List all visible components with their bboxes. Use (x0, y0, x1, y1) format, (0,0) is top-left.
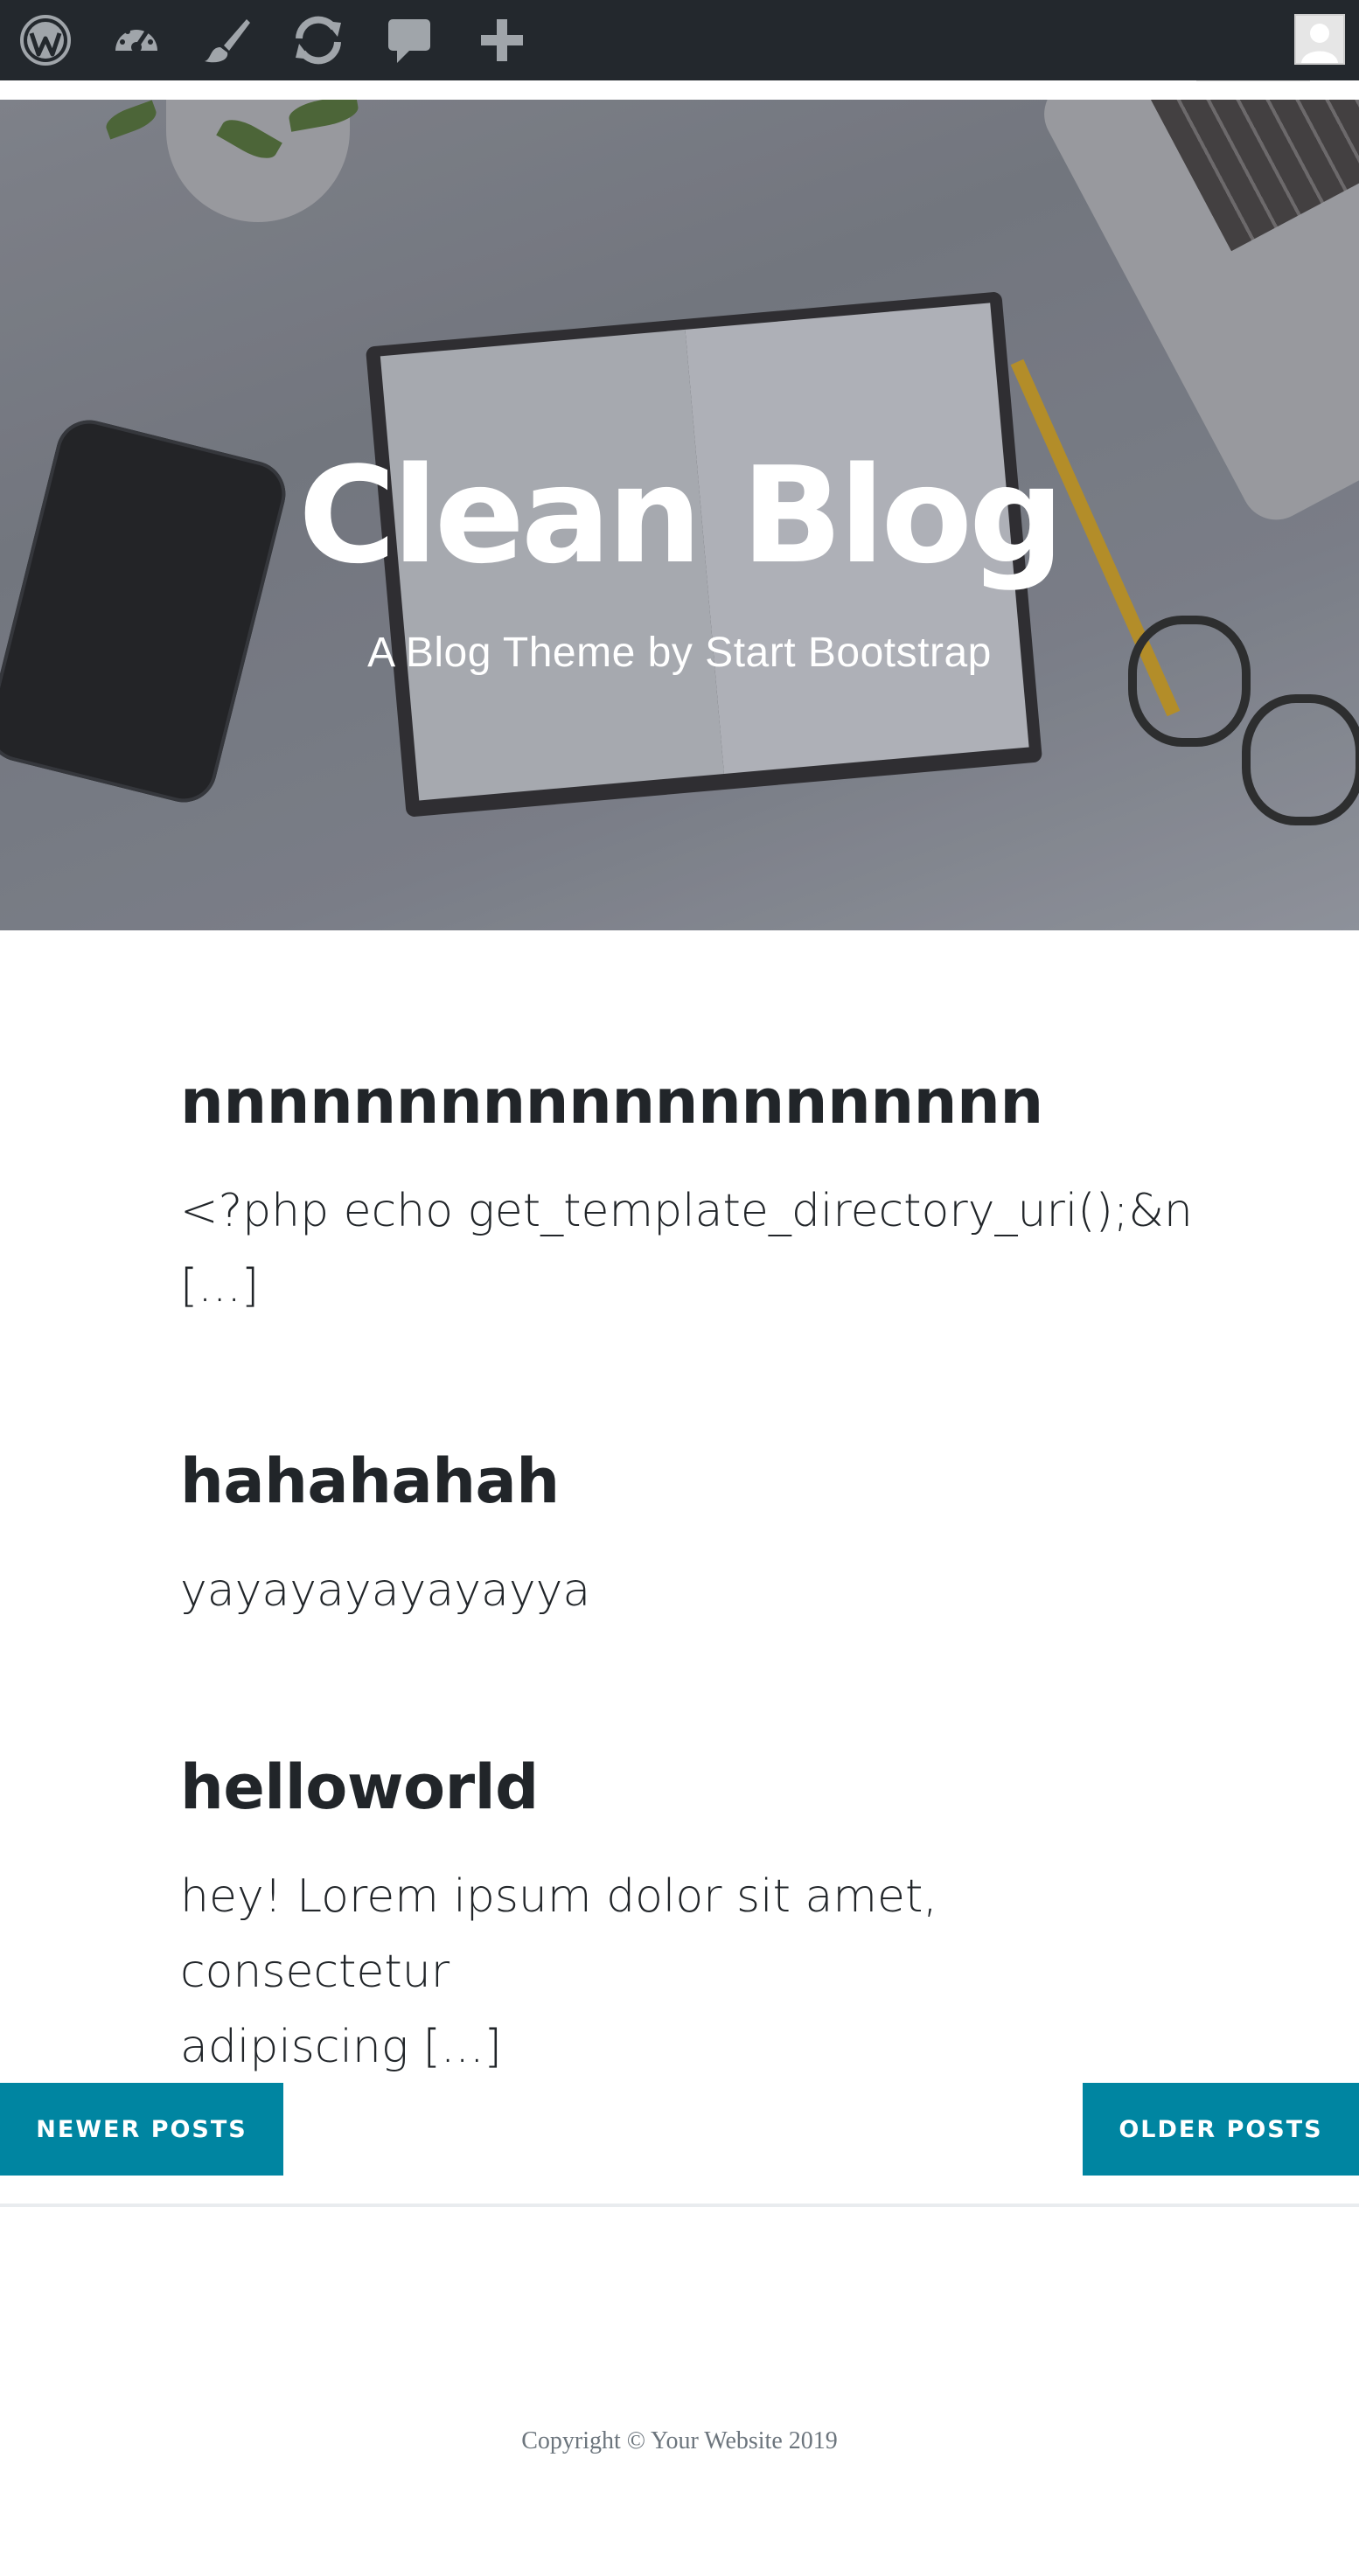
admin-bar-spacer (0, 80, 1359, 100)
footer-divider (0, 2204, 1359, 2207)
site-title: Clean Blog (298, 438, 1064, 593)
user-avatar-icon[interactable] (1294, 14, 1345, 65)
customize-brush-icon[interactable] (187, 0, 268, 80)
post-preview: hahahahah yayayayayayayya (180, 1445, 1212, 1628)
wordpress-logo-icon[interactable] (5, 0, 86, 80)
older-posts-button[interactable]: OLDER POSTS (1083, 2083, 1359, 2176)
post-excerpt-line: yayayayayayayya (180, 1564, 591, 1617)
admin-bar (0, 0, 1359, 80)
new-content-plus-icon[interactable] (462, 0, 542, 80)
post-preview: nnnnnnnnnnnnnnnnnnnn <?php echo get_temp… (180, 1065, 1212, 1324)
post-excerpt-line: <?php echo get_template_directory_uri();… (180, 1185, 1193, 1237)
site-subtitle: A Blog Theme by Start Bootstrap (367, 630, 992, 676)
post-excerpt-line: adipiscing [...] (180, 2021, 502, 2073)
post-excerpt: yayayayayayayya (180, 1553, 1212, 1628)
newer-posts-button[interactable]: NEWER POSTS (0, 2083, 283, 2176)
footer-copyright: Copyright © Your Website 2019 (521, 2427, 838, 2454)
post-excerpt: <?php echo get_template_directory_uri();… (180, 1173, 1212, 1324)
masthead: Clean Blog A Blog Theme by Start Bootstr… (0, 100, 1359, 930)
post-excerpt-line: [...] (180, 1260, 260, 1312)
comments-bubble-icon[interactable] (369, 0, 450, 80)
post-excerpt: hey! Lorem ipsum dolor sit amet, consect… (180, 1859, 1212, 2085)
post-excerpt-line: hey! Lorem ipsum dolor sit amet, consect… (180, 1870, 937, 1998)
updates-refresh-icon[interactable] (278, 0, 359, 80)
post-preview: helloworld hey! Lorem ipsum dolor sit am… (180, 1751, 1212, 2085)
post-title-link[interactable]: hahahahah (180, 1445, 1212, 1518)
post-title-link[interactable]: nnnnnnnnnnnnnnnnnnnn (180, 1065, 1212, 1138)
dashboard-gauge-icon[interactable] (96, 0, 177, 80)
post-title-link[interactable]: helloworld (180, 1751, 1212, 1824)
